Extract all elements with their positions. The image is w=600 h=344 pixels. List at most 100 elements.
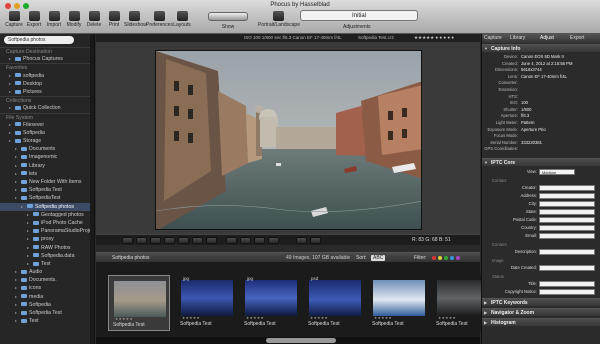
sidebar-item[interactable]: ▸ Library <box>0 162 94 170</box>
filter-purple-icon[interactable] <box>456 256 460 260</box>
browser-scrollbar[interactable] <box>96 337 480 344</box>
iptc-field-input[interactable] <box>539 280 595 287</box>
view-full-icon[interactable] <box>268 237 279 244</box>
iptc-field-input[interactable] <box>539 192 595 199</box>
iptc-core-header[interactable]: ▼ IPTC Core <box>482 158 600 166</box>
sidebar-item[interactable]: ▸ Quick Collection <box>0 104 94 112</box>
sidebar-item[interactable]: ▸ SoftpediaTest <box>0 194 94 202</box>
thumbnail-rating-icon[interactable]: ★★★★★ <box>310 316 328 320</box>
sidebar-item[interactable]: ▸ Documents <box>0 145 94 153</box>
straighten-tool-icon[interactable] <box>150 237 161 244</box>
sidebar-scrollbar[interactable] <box>90 34 94 344</box>
tab-export[interactable]: Export <box>570 34 584 43</box>
tab-capture[interactable]: Capture <box>484 34 502 43</box>
sidebar-section-header[interactable]: File System <box>0 112 94 121</box>
sidebar-item[interactable]: ▸ Desktop <box>0 80 94 88</box>
sidebar-item[interactable]: ▸ Geotagged photos <box>0 211 94 219</box>
tab-adjust[interactable]: Adjust <box>540 34 554 43</box>
sidebar-item[interactable]: ▸ Filesever <box>0 121 94 129</box>
sidebar-item[interactable]: ▸ Test <box>0 260 94 268</box>
thumbnail[interactable]: ★★★★★ Softpedia Test <box>368 275 430 331</box>
sidebar-section-header[interactable]: Favorites <box>0 63 94 71</box>
delete-button[interactable]: Delete <box>84 11 104 28</box>
sidebar-item[interactable]: ▸ Softpedia.data <box>0 252 94 260</box>
sidebar-item[interactable]: ▸ Softpedia Test <box>0 309 94 317</box>
preferences-button[interactable]: Preferences <box>146 11 173 28</box>
portrait-landscape-button[interactable]: Portrait/Landscape <box>258 11 300 28</box>
tab-library[interactable]: Library <box>510 34 525 43</box>
iptc-field-input[interactable] <box>539 232 595 239</box>
sidebar-item[interactable]: ▸ Audio <box>0 268 94 276</box>
sidebar-item[interactable]: ▸ lets <box>0 170 94 178</box>
thumbnail-rating-icon[interactable]: ★★★★★ <box>374 316 392 320</box>
sidebar-item[interactable]: ▸ proxy <box>0 235 94 243</box>
sidebar-item[interactable]: ▸ Softpedia <box>0 129 94 137</box>
sidebar-item[interactable]: ▸ Storage <box>0 137 94 145</box>
sidebar-item[interactable]: ▸ softpedia <box>0 72 94 80</box>
iptc-field-input[interactable] <box>539 248 595 255</box>
rating-stars[interactable]: ★★★★★ ● ● ● ● ● <box>414 34 454 42</box>
sidebar-item[interactable]: ▸ Test <box>0 317 94 325</box>
sidebar-search-input[interactable]: Softpedia photos <box>4 36 74 44</box>
iptc-field-input[interactable] <box>539 224 595 231</box>
sidebar-item[interactable]: ▸ media <box>0 293 94 301</box>
show-segmented-control[interactable] <box>208 12 248 21</box>
print-button[interactable]: Print <box>104 11 124 28</box>
iptc-field-input[interactable] <box>539 288 595 295</box>
select-tool-icon[interactable] <box>122 237 133 244</box>
sidebar-section-header[interactable]: Capture Destination <box>0 47 94 55</box>
filter-red-icon[interactable] <box>432 256 436 260</box>
thumbnail[interactable]: psd ★★★★★ Softpedia Test <box>304 275 366 331</box>
sidebar-item[interactable]: ▸ Softpedia <box>0 301 94 309</box>
thumbnail-rating-icon[interactable]: ★★★★★ <box>438 316 456 320</box>
thumbnail[interactable]: ★★★★★ Softpedia Test <box>108 275 170 331</box>
sidebar-item[interactable]: ▸ RAW Photos <box>0 244 94 252</box>
navigator-header[interactable]: ▶ Navigator & Zoom <box>482 308 600 316</box>
iptc-field-input[interactable] <box>539 216 595 223</box>
hand-tool-icon[interactable] <box>192 237 203 244</box>
main-photo[interactable] <box>155 50 422 230</box>
sidebar-item[interactable]: ▸ Imagenomic <box>0 153 94 161</box>
iptc-field-input[interactable] <box>539 208 595 215</box>
capture-button[interactable]: Capture <box>4 11 24 28</box>
sidebar-section-header[interactable]: Collections <box>0 96 94 104</box>
sidebar-item[interactable]: ▸ Documents. <box>0 276 94 284</box>
export-button[interactable]: Export <box>24 11 44 28</box>
filter-blue-icon[interactable] <box>450 256 454 260</box>
sidebar-item[interactable]: ▸ iPod Photo Cache <box>0 219 94 227</box>
capture-info-header[interactable]: ▼ Capture Info <box>482 44 600 52</box>
view-grid-icon[interactable] <box>254 237 265 244</box>
view-single-icon[interactable] <box>226 237 237 244</box>
modify-button[interactable]: Modify <box>64 11 84 28</box>
iptc-field-input[interactable] <box>539 264 595 271</box>
layouts-button[interactable]: Layouts <box>172 11 192 28</box>
sidebar-item[interactable]: ▸ PanoramaStudioProject <box>0 227 94 235</box>
filter-green-icon[interactable] <box>444 256 448 260</box>
zoom-tool-icon[interactable] <box>178 237 189 244</box>
filter-yellow-icon[interactable] <box>438 256 442 260</box>
loupe-tool-icon[interactable] <box>206 237 217 244</box>
adjustments-preset-select[interactable]: Initial <box>300 10 418 21</box>
previous-image-icon[interactable] <box>296 237 307 244</box>
thumbnail-rating-icon[interactable]: ★★★★★ <box>246 316 264 320</box>
iptc-field-input[interactable] <box>539 184 595 191</box>
sort-select[interactable]: ABC <box>371 255 386 261</box>
import-button[interactable]: Import <box>44 11 64 28</box>
sidebar-item[interactable]: ▸ Pictures <box>0 88 94 96</box>
thumbnail[interactable]: jpg ★★★★★ Softpedia Test <box>240 275 302 331</box>
sidebar-item[interactable]: ▸ icons <box>0 284 94 292</box>
sidebar-item[interactable]: ▸ Softpedia Test <box>0 186 94 194</box>
histogram-header[interactable]: ▶ Histogram <box>482 318 600 326</box>
sidebar-item[interactable]: ▸ Phocus Captures <box>0 55 94 63</box>
slideshow-button[interactable]: Slideshow <box>124 11 147 28</box>
sidebar-item[interactable]: ▸ Softpedia photos <box>0 202 94 211</box>
sidebar-item[interactable]: ▸ New Folder With Items <box>0 178 94 186</box>
scroll-knob[interactable] <box>266 338 336 343</box>
eyedropper-icon[interactable] <box>164 237 175 244</box>
iptc-keywords-header[interactable]: ▶ IPTC Keywords <box>482 298 600 306</box>
thumbnail-rating-icon[interactable]: ★★★★★ <box>182 316 200 320</box>
iptc-field-input[interactable] <box>539 200 595 207</box>
thumbnail[interactable]: jpg ★★★★★ Softpedia Test <box>176 275 238 331</box>
thumbnail-rating-icon[interactable]: ★★★★★ <box>115 317 133 321</box>
crop-tool-icon[interactable] <box>136 237 147 244</box>
